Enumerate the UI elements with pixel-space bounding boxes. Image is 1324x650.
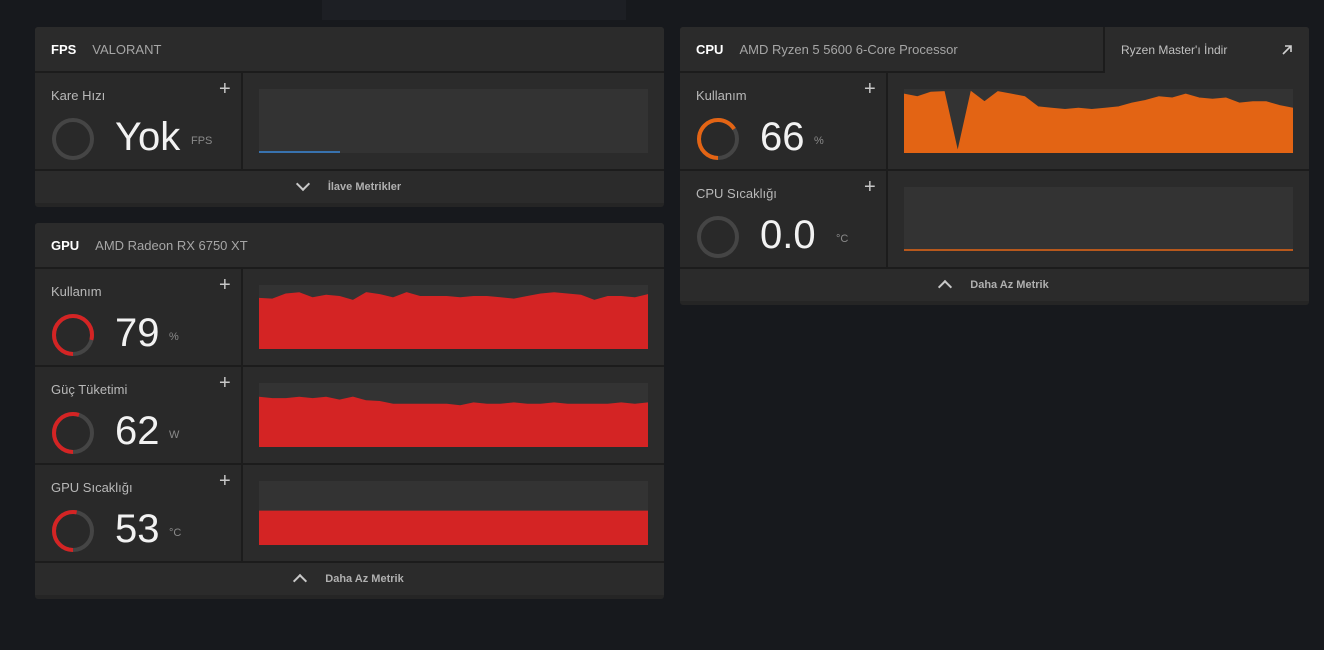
metric-history-area [258, 292, 649, 350]
gpu-model-name: AMD Radeon RX 6750 XT [95, 237, 248, 253]
add-metric-button[interactable]: + [219, 275, 231, 295]
fewer-metrics-label: Daha Az Metrik [325, 573, 404, 585]
gauge-icon [52, 314, 94, 356]
metric-label: Güç Tüketimi [51, 382, 128, 397]
metric-info: GPU Sıcaklığı +53 °C [35, 465, 243, 561]
add-metric-button[interactable]: + [219, 79, 231, 99]
metric-chart [258, 383, 649, 448]
chevron-down-icon [295, 176, 310, 192]
metric-row: CPU Sıcaklığı +0.0 °C [680, 171, 1309, 269]
metric-info: Kullanım +66% [680, 73, 888, 169]
metric-label: Kullanım [51, 284, 102, 299]
fewer-metrics-button[interactable]: Daha Az Metrik [680, 269, 1309, 301]
metric-history-chart [258, 292, 649, 350]
gauge-icon [52, 118, 94, 160]
gauge-icon [52, 412, 94, 454]
cpu-panel-title: CPU [696, 41, 724, 57]
metric-info: Kullanım +79% [35, 269, 243, 365]
metric-history-chart [258, 396, 649, 448]
metric-label: GPU Sıcaklığı [51, 480, 133, 495]
metric-chart [904, 187, 1293, 251]
metric-history-area [258, 510, 649, 546]
metric-chart [258, 285, 649, 350]
more-metrics-label: İlave Metrikler [327, 181, 402, 193]
metric-history-area [903, 90, 1294, 154]
metric-chart [258, 481, 649, 546]
metric-label: CPU Sıcaklığı [696, 186, 777, 201]
metric-value: 66 [760, 115, 805, 159]
gauge-icon [52, 510, 94, 552]
metric-history-chart [903, 90, 1294, 154]
fps-panel-header: FPS VALORANT [35, 27, 664, 73]
gpu-panel-title: GPU [51, 237, 80, 253]
external-link-icon [1282, 45, 1292, 55]
metric-unit: W [169, 429, 180, 441]
fps-chart [259, 89, 648, 153]
metric-row: GPU Sıcaklığı +53 °C [35, 465, 664, 563]
more-metrics-button[interactable]: İlave Metrikler [35, 171, 664, 203]
chevron-up-icon [938, 279, 953, 295]
cpu-model-name: AMD Ryzen 5 5600 6-Core Processor [739, 41, 958, 57]
ryzen-master-download-button[interactable]: Ryzen Master'ı İndir [1103, 27, 1309, 73]
gpu-panel-header: GPU AMD Radeon RX 6750 XT [35, 223, 664, 269]
metric-chart-cell [243, 367, 664, 463]
metric-unit: % [814, 135, 824, 147]
fps-panel-game: VALORANT [92, 41, 162, 57]
add-metric-button[interactable]: + [219, 471, 231, 491]
cpu-panel: CPU AMD Ryzen 5 5600 6-Core Processor Ry… [680, 27, 1309, 305]
metric-info: Güç Tüketimi +62 W [35, 367, 243, 463]
metric-unit: FPS [191, 135, 213, 147]
metric-history-area [258, 396, 649, 448]
fewer-metrics-label: Daha Az Metrik [970, 279, 1049, 291]
metric-label: Kare Hızı [51, 88, 106, 103]
gauge-icon [697, 118, 739, 160]
metric-unit: °C [836, 233, 849, 245]
metric-chart-cell [243, 73, 664, 169]
metric-chart-cell [243, 269, 664, 365]
metric-info: Kare Hızı + Yok FPS [35, 73, 243, 169]
metric-value: 53 [115, 507, 160, 551]
fps-panel-title: FPS [51, 41, 77, 57]
metric-label: Kullanım [696, 88, 747, 103]
add-metric-button[interactable]: + [864, 177, 876, 197]
metric-row: Kullanım +66% [680, 73, 1309, 171]
metric-info: CPU Sıcaklığı +0.0 °C [680, 171, 888, 267]
metric-row-frame-rate: Kare Hızı + Yok FPS [35, 73, 664, 171]
background-strip [322, 0, 626, 20]
metric-chart-cell [888, 171, 1309, 267]
add-metric-button[interactable]: + [219, 373, 231, 393]
metric-row: Güç Tüketimi +62 W [35, 367, 664, 465]
metric-history-chart [904, 249, 1293, 251]
metric-history-chart [258, 510, 649, 546]
metric-value: 62 [115, 409, 160, 453]
gpu-panel: GPU AMD Radeon RX 6750 XT Kullanım +79% Gü… [35, 223, 664, 599]
metric-chart-cell [243, 465, 664, 561]
cpu-panel-header: CPU AMD Ryzen 5 5600 6-Core Processor Ry… [680, 27, 1309, 73]
metric-row: Kullanım +79% [35, 269, 664, 367]
fps-chart-line [259, 151, 340, 153]
fps-panel: FPS VALORANT Kare Hızı + Yok FPS İlave M… [35, 27, 664, 207]
add-metric-button[interactable]: + [864, 79, 876, 99]
chevron-up-icon [293, 573, 308, 589]
metric-value: Yok [115, 115, 181, 159]
metric-unit: % [169, 331, 179, 343]
metric-unit: °C [169, 527, 182, 539]
metric-chart-cell [888, 73, 1309, 169]
fewer-metrics-button[interactable]: Daha Az Metrik [35, 563, 664, 595]
metric-chart [903, 89, 1294, 154]
gauge-icon [697, 216, 739, 258]
metric-value: 0.0 [760, 213, 816, 257]
metric-value: 79 [115, 311, 160, 355]
ryzen-master-label: Ryzen Master'ı İndir [1121, 43, 1228, 57]
